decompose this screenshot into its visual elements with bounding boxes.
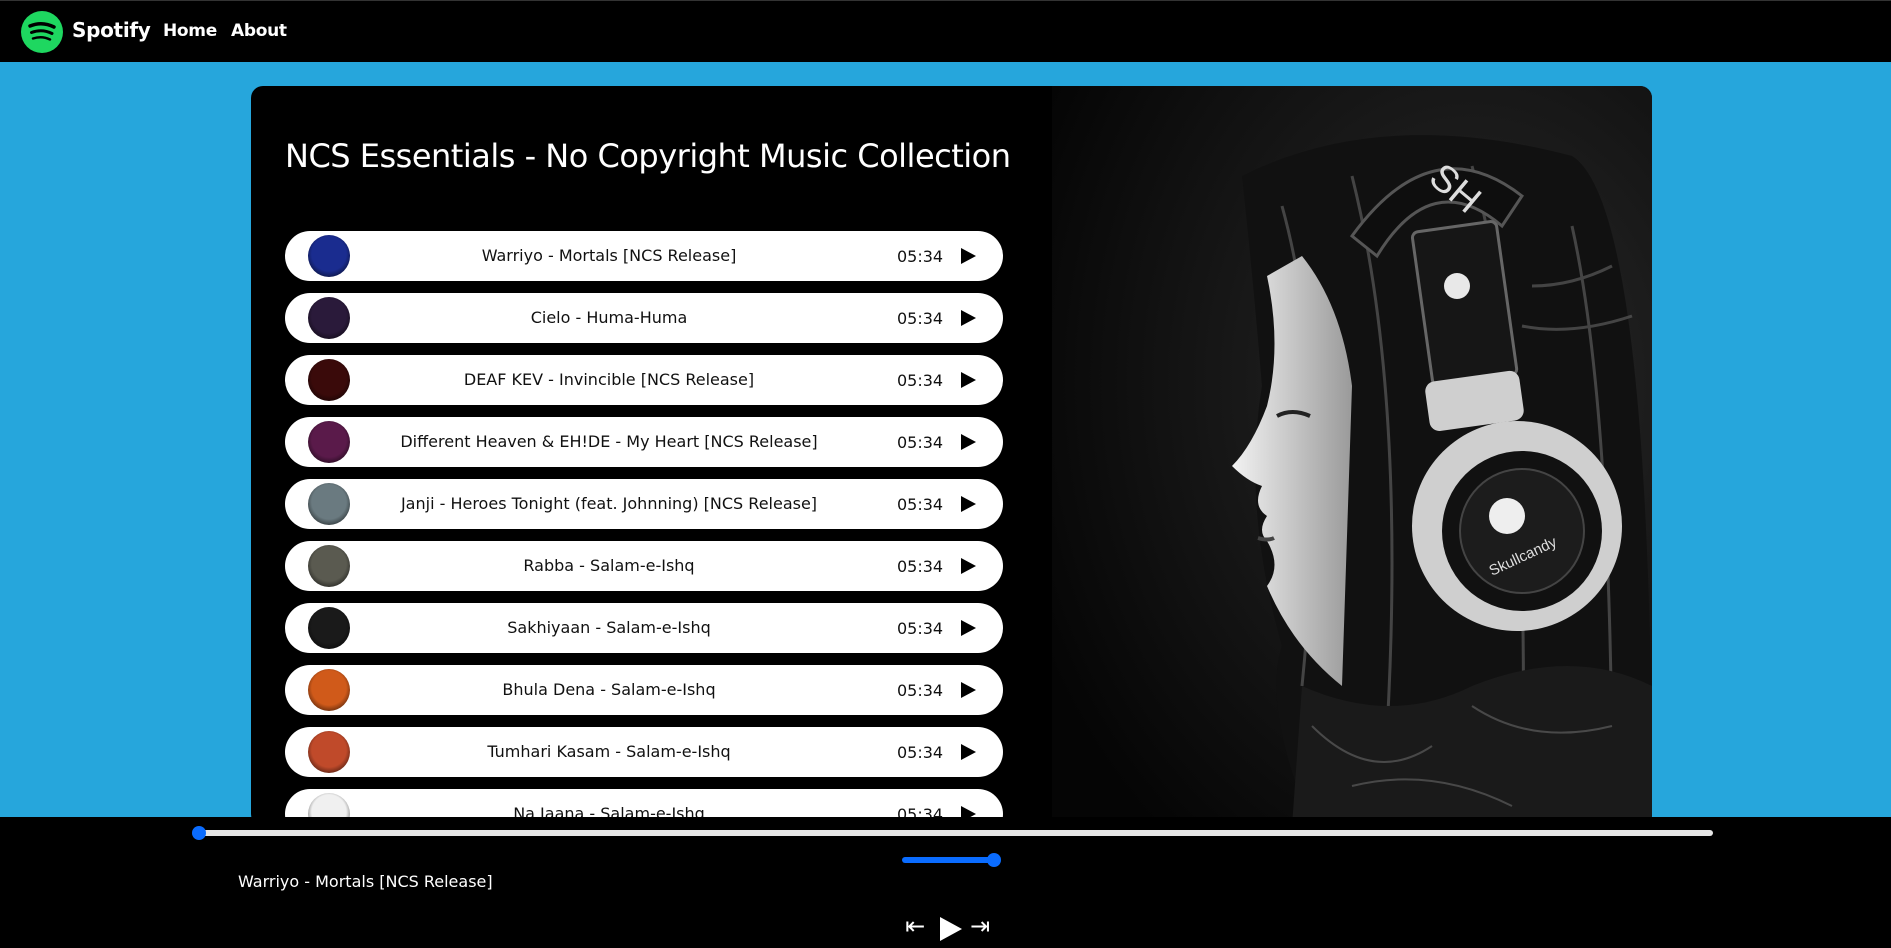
spotify-logo-icon[interactable] [21, 11, 63, 53]
song-name: Cielo - Huma-Huma [530, 308, 688, 327]
song-play-icon[interactable] [961, 310, 976, 326]
song-name: Different Heaven & EH!DE - My Heart [NCS… [400, 432, 818, 451]
song-cover-image [308, 483, 350, 525]
song-cover-image [308, 297, 350, 339]
song-item[interactable]: DEAF KEV - Invincible [NCS Release] 05:34 [285, 355, 1003, 405]
song-name: Rabba - Salam-e-Ishq [523, 556, 695, 575]
song-name: DEAF KEV - Invincible [NCS Release] [463, 370, 755, 389]
playlist-title: NCS Essentials - No Copyright Music Coll… [285, 137, 1011, 176]
now-playing-title: Warriyo - Mortals [NCS Release] [238, 872, 493, 891]
song-duration: 05:34 [897, 619, 944, 638]
progress-bar[interactable] [196, 830, 1713, 836]
song-cover-image [308, 669, 350, 711]
song-play-icon[interactable] [961, 620, 976, 636]
song-cover-image [308, 607, 350, 649]
song-duration: 05:34 [897, 433, 944, 452]
song-item[interactable]: Janji - Heroes Tonight (feat. Johnning) … [285, 479, 1003, 529]
playlist-container: SH Skullcandy NCS Essentials - No Copyri… [251, 86, 1652, 826]
song-play-icon[interactable] [961, 372, 976, 388]
song-name: Janji - Heroes Tonight (feat. Johnning) … [400, 494, 818, 513]
hero-headphones-image: SH Skullcandy [1052, 86, 1652, 826]
song-item[interactable]: Tumhari Kasam - Salam-e-Ishq 05:34 [285, 727, 1003, 777]
song-duration: 05:34 [897, 681, 944, 700]
song-item[interactable]: Different Heaven & EH!DE - My Heart [NCS… [285, 417, 1003, 467]
song-cover-image [308, 235, 350, 277]
song-name: Warriyo - Mortals [NCS Release] [481, 246, 737, 265]
player-bar: Warriyo - Mortals [NCS Release] ⇤ ⇥ [0, 817, 1891, 948]
song-duration: 05:34 [897, 743, 944, 762]
song-play-icon[interactable] [961, 496, 976, 512]
navbar: Spotify Home About [0, 0, 1891, 62]
song-cover-image [308, 359, 350, 401]
brand-name[interactable]: Spotify [72, 18, 151, 42]
song-duration: 05:34 [897, 371, 944, 390]
volume-knob[interactable] [987, 853, 1001, 867]
song-play-icon[interactable] [961, 744, 976, 760]
song-play-icon[interactable] [961, 682, 976, 698]
song-play-icon[interactable] [961, 248, 976, 264]
volume-slider[interactable] [902, 857, 994, 863]
master-play-icon[interactable] [940, 917, 962, 941]
song-duration: 05:34 [897, 309, 944, 328]
song-item[interactable]: Rabba - Salam-e-Ishq 05:34 [285, 541, 1003, 591]
song-item[interactable]: Cielo - Huma-Huma 05:34 [285, 293, 1003, 343]
song-name: Bhula Dena - Salam-e-Ishq [502, 680, 716, 699]
song-play-icon[interactable] [961, 558, 976, 574]
song-name: Sakhiyaan - Salam-e-Ishq [507, 618, 711, 637]
song-item[interactable]: Bhula Dena - Salam-e-Ishq 05:34 [285, 665, 1003, 715]
song-duration: 05:34 [897, 557, 944, 576]
song-play-icon[interactable] [961, 434, 976, 450]
song-duration: 05:34 [897, 495, 944, 514]
nav-link-about[interactable]: About [231, 21, 287, 41]
progress-knob[interactable] [192, 826, 206, 840]
previous-track-icon[interactable]: ⇤ [905, 914, 925, 938]
next-track-icon[interactable]: ⇥ [970, 914, 990, 938]
song-cover-image [308, 421, 350, 463]
nav-link-home[interactable]: Home [163, 21, 217, 41]
song-cover-image [308, 731, 350, 773]
song-item[interactable]: Warriyo - Mortals [NCS Release] 05:34 [285, 231, 1003, 281]
song-duration: 05:34 [897, 247, 944, 266]
song-name: Tumhari Kasam - Salam-e-Ishq [487, 742, 731, 761]
song-cover-image [308, 545, 350, 587]
song-list: Warriyo - Mortals [NCS Release] 05:34 Ciel… [285, 231, 1003, 826]
song-item[interactable]: Sakhiyaan - Salam-e-Ishq 05:34 [285, 603, 1003, 653]
